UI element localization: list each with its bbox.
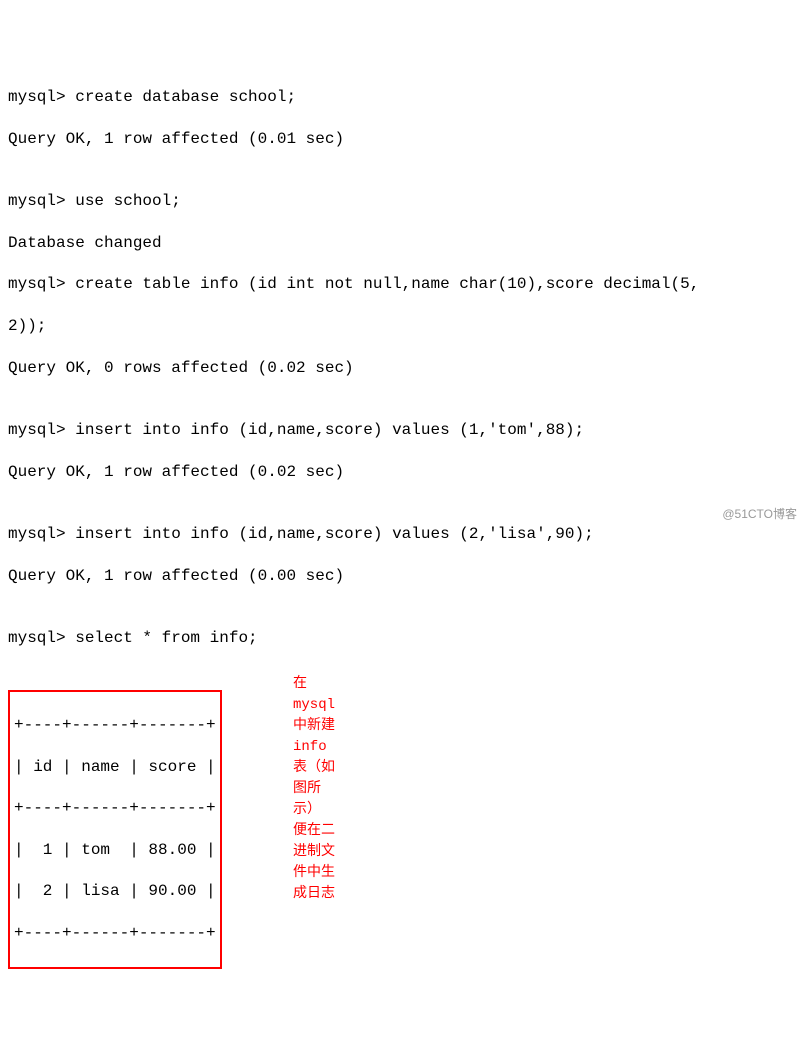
table-border: +----+------+-------+ bbox=[14, 715, 216, 736]
annotation-text: 在mysql中新建info表（如图所示） 便在二进制文件中生成日志 bbox=[293, 674, 335, 905]
table-border: +----+------+-------+ bbox=[14, 923, 216, 944]
terminal-line: Query OK, 0 rows affected (0.02 sec) bbox=[8, 358, 797, 379]
watermark-text: @51CTO博客 bbox=[722, 507, 797, 523]
table-row: | 1 | tom | 88.00 | bbox=[14, 840, 216, 861]
annotation-line: 便在二进制文件中生成日志 bbox=[293, 821, 335, 905]
terminal-line: mysql> use school; bbox=[8, 191, 797, 212]
terminal-line: mysql> select * from info; bbox=[8, 628, 797, 649]
highlight-box: +----+------+-------+ | id | name | scor… bbox=[8, 690, 222, 968]
terminal-line: mysql> insert into info (id,name,score) … bbox=[8, 524, 797, 545]
terminal-line: Database changed bbox=[8, 233, 797, 254]
table-border: +----+------+-------+ bbox=[14, 798, 216, 819]
table-row: | 2 | lisa | 90.00 | bbox=[14, 881, 216, 902]
terminal-line: mysql> insert into info (id,name,score) … bbox=[8, 420, 797, 441]
terminal-line: Query OK, 1 row affected (0.02 sec) bbox=[8, 462, 797, 483]
terminal-line: 2)); bbox=[8, 316, 797, 337]
annotation-line: 在mysql中新建info表（如图所示） bbox=[293, 674, 335, 821]
result-table-wrapper: +----+------+-------+ | id | name | scor… bbox=[8, 670, 222, 990]
terminal-line: Query OK, 1 row affected (0.00 sec) bbox=[8, 566, 797, 587]
table-header: | id | name | score | bbox=[14, 757, 216, 778]
terminal-line: mysql> create table info (id int not nul… bbox=[8, 274, 797, 295]
terminal-line: Query OK, 1 row affected (0.01 sec) bbox=[8, 129, 797, 150]
terminal-line: mysql> create database school; bbox=[8, 87, 797, 108]
